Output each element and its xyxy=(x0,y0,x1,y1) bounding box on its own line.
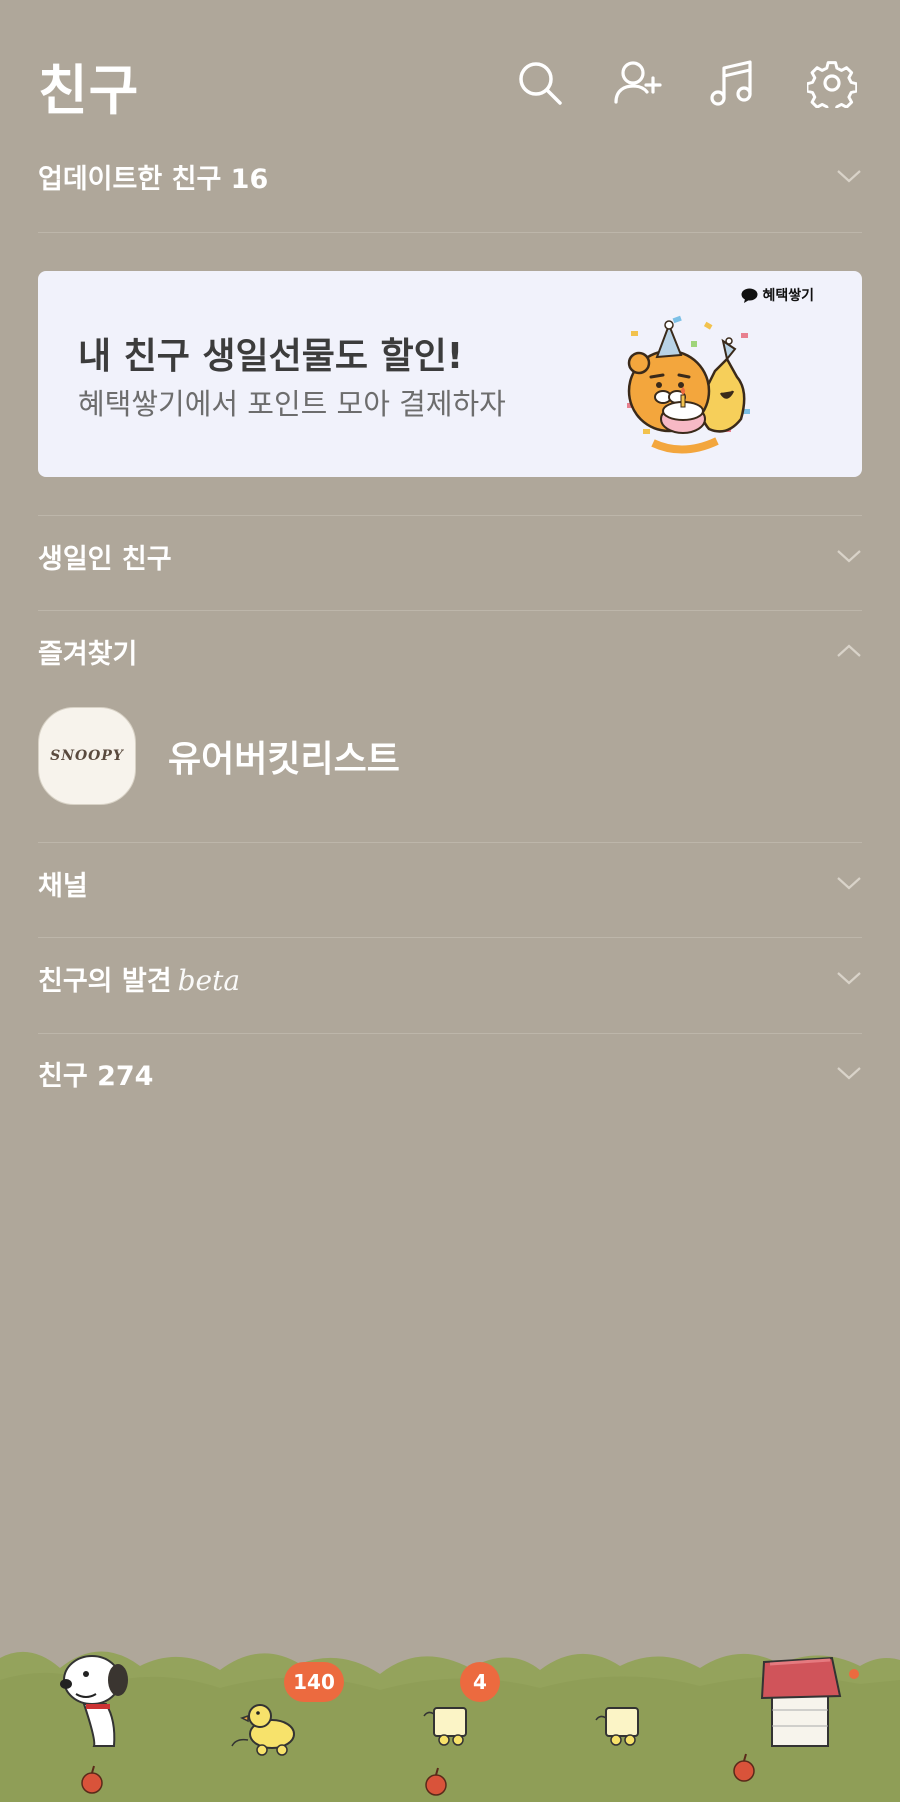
section-favorites-label: 즐겨찾기 xyxy=(38,638,138,670)
page-title: 친구 xyxy=(38,59,140,122)
chat-bubble-icon xyxy=(741,288,758,303)
section-channel-label: 채널 xyxy=(38,870,88,902)
header: 친구 xyxy=(0,0,900,150)
chats-badge: 140 xyxy=(284,1662,344,1702)
section-discover[interactable]: 친구의 발견 beta xyxy=(38,933,862,1023)
avatar-text: SNOOPY xyxy=(50,748,124,764)
section-friends-label: 친구 274 xyxy=(38,1060,154,1092)
openchat-tab[interactable] xyxy=(420,1694,480,1754)
chevron-up-icon xyxy=(836,643,862,659)
chevron-down-icon xyxy=(836,1065,862,1081)
avatar: SNOOPY xyxy=(38,707,136,805)
more-tab[interactable] xyxy=(760,1654,848,1754)
notification-dot xyxy=(849,1669,859,1679)
section-birthday-label: 생일인 친구 xyxy=(38,543,172,575)
banner-title: 내 친구 생일선물도 할인! xyxy=(78,336,464,377)
divider xyxy=(38,232,862,233)
chevron-down-icon xyxy=(836,970,862,986)
openchat-badge: 4 xyxy=(460,1662,500,1702)
banner-tag-label: 혜택쌓기 xyxy=(762,288,814,304)
favorite-name: 유어버킷리스트 xyxy=(168,739,400,780)
chevron-down-icon xyxy=(836,548,862,564)
section-channel[interactable]: 채널 xyxy=(38,838,862,928)
promo-banner[interactable]: 내 친구 생일선물도 할인! 혜택쌓기에서 포인트 모아 결제하자 혜택쌓기 xyxy=(38,271,862,477)
snoopy-icon xyxy=(60,1655,128,1747)
banner-tag: 혜택쌓기 xyxy=(741,285,814,305)
section-birthday-friends[interactable]: 생일인 친구 xyxy=(38,511,862,601)
friends-tab[interactable] xyxy=(56,1650,136,1750)
toy-cart-icon xyxy=(423,1707,467,1746)
section-favorites[interactable]: 즐겨찾기 xyxy=(38,606,862,696)
search-icon[interactable] xyxy=(515,58,565,108)
add-friend-icon[interactable] xyxy=(613,58,663,108)
section-discover-label-wrap: 친구의 발견 beta xyxy=(38,959,240,998)
section-friends[interactable]: 친구 274 xyxy=(38,1028,862,1118)
bottom-nav: 140 4 xyxy=(0,1640,900,1802)
chevron-down-icon xyxy=(836,168,862,184)
beta-label: beta xyxy=(177,963,241,997)
doghouse-icon xyxy=(760,1656,842,1747)
list-item[interactable]: SNOOPY 유어버킷리스트 xyxy=(38,706,862,806)
section-updated-label: 업데이트한 친구 16 xyxy=(38,163,269,195)
section-discover-label: 친구의 발견 xyxy=(38,965,172,997)
section-updated-friends[interactable]: 업데이트한 친구 16 xyxy=(38,131,862,221)
birthday-characters-illustration xyxy=(627,315,750,454)
music-icon[interactable] xyxy=(708,58,758,108)
shopping-tab[interactable] xyxy=(594,1694,654,1754)
toy-cart-icon xyxy=(595,1707,639,1746)
banner-subtitle: 혜택쌓기에서 포인트 모아 결제하자 xyxy=(78,387,506,421)
chevron-down-icon xyxy=(836,875,862,891)
settings-icon[interactable] xyxy=(805,58,859,114)
